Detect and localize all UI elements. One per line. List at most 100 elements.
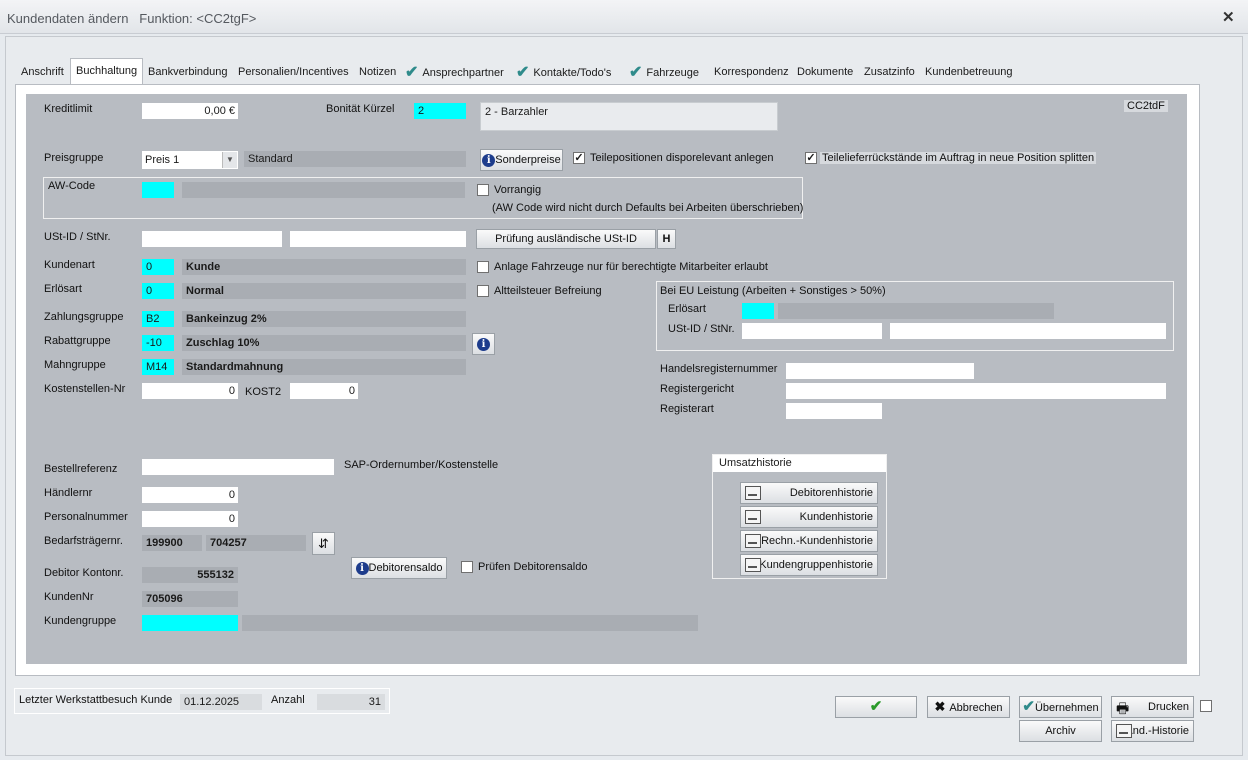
preisgruppe-text: Standard <box>244 151 466 167</box>
kundengruppe-text <box>242 615 698 631</box>
eu-erloesart-code-input[interactable] <box>742 303 774 319</box>
kundenhistorie-button[interactable]: Kundenhistorie <box>740 506 878 528</box>
personalnummer-label: Personalnummer <box>44 511 128 523</box>
tab-ansprechpartner[interactable]: ✔ Ansprechpartner <box>405 60 504 84</box>
check-icon: ✔ <box>405 64 419 81</box>
letzter-besuch-value: 01.12.2025 <box>180 694 262 710</box>
ok-button[interactable]: ✔ <box>835 696 917 718</box>
registerart-label: Registerart <box>660 403 714 415</box>
aend-historie-button[interactable]: Änd.-Historie <box>1111 720 1194 742</box>
kundennr-label: KundenNr <box>44 591 94 603</box>
bedarfstraeger-value1: 199900 <box>142 535 202 551</box>
anzahl-label: Anzahl <box>271 694 305 706</box>
tab-korrespondenz[interactable]: Korrespondenz <box>714 60 789 84</box>
history-icon <box>745 486 761 500</box>
bestellreferenz-label: Bestellreferenz <box>44 463 118 475</box>
teilepositionen-checkbox[interactable]: ✓ <box>573 152 585 164</box>
uebernehmen-button[interactable]: ✔Übernehmen <box>1019 696 1102 718</box>
kundenart-text: Kunde <box>182 259 466 275</box>
tab-bankverbindung[interactable]: Bankverbindung <box>148 60 228 84</box>
anlage-fahrzeuge-label: Anlage Fahrzeuge nur für berechtigte Mit… <box>494 261 768 273</box>
kostenstellen-label: Kostenstellen-Nr <box>44 383 126 395</box>
debitorensaldo-button[interactable]: i Debitorensaldo <box>351 557 447 579</box>
aw-code-text <box>182 182 465 198</box>
tab-dokumente[interactable]: Dokumente <box>797 60 853 84</box>
tab-fahrzeuge[interactable]: ✔ Fahrzeuge <box>629 60 699 84</box>
erloesart-code-input[interactable]: 0 <box>142 283 174 299</box>
h-button[interactable]: H <box>657 229 676 249</box>
cancel-x-icon: ✖ <box>934 699 946 714</box>
drucken-checkbox[interactable] <box>1200 700 1212 712</box>
tab-zusatzinfo[interactable]: Zusatzinfo <box>864 60 915 84</box>
kundengruppenhistorie-button[interactable]: Kundengruppenhistorie <box>740 554 878 576</box>
anlage-fahrzeuge-checkbox[interactable] <box>477 261 489 273</box>
bedarfstraeger-lookup-icon[interactable]: ⇵ <box>312 532 335 555</box>
rabattgruppe-text: Zuschlag 10% <box>182 335 466 351</box>
teilelieferrueckstaende-checkbox[interactable]: ✓ <box>805 152 817 164</box>
st-nr-input[interactable] <box>290 231 466 247</box>
teilelieferrueckstaende-label: Teilelieferrückstände im Auftrag in neue… <box>820 152 1097 164</box>
check-icon: ✔ <box>1022 698 1035 715</box>
zahlungsgruppe-code-input[interactable]: B2 <box>142 311 174 327</box>
handelsregisternummer-input[interactable] <box>786 363 974 379</box>
title-bar: Kundendaten ändern Funktion: <CC2tgF> ✕ <box>0 0 1248 34</box>
eu-ust-id-input[interactable] <box>742 323 882 339</box>
mahngruppe-text: Standardmahnung <box>182 359 466 375</box>
preisgruppe-value: Preis 1 <box>145 154 180 166</box>
info-icon: i <box>355 561 369 575</box>
personalnummer-input[interactable]: 0 <box>142 511 238 527</box>
registergericht-input[interactable] <box>786 383 1166 399</box>
rabattgruppe-code-input[interactable]: -10 <box>142 335 174 351</box>
ust-label: USt-ID / StNr. <box>44 231 111 243</box>
kostenstellen-input[interactable]: 0 <box>142 383 238 399</box>
debitorenhistorie-button[interactable]: Debitorenhistorie <box>740 482 878 504</box>
sonderpreise-button[interactable]: i Sonderpreise <box>480 149 563 171</box>
letzter-besuch-label: Letzter Werkstattbesuch Kunde <box>19 694 173 706</box>
ust-id-input[interactable] <box>142 231 282 247</box>
aw-code-input[interactable] <box>142 182 174 198</box>
close-icon[interactable]: ✕ <box>1222 8 1235 26</box>
rechn-kundenhistorie-button[interactable]: Rechn.-Kundenhistorie <box>740 530 878 552</box>
vorrangig-note: (AW Code wird nicht durch Defaults bei A… <box>492 202 804 214</box>
tab-anschrift[interactable]: Anschrift <box>21 60 64 84</box>
bonitaet-code-input[interactable]: 2 <box>414 103 466 119</box>
pruefen-debitorensaldo-checkbox[interactable] <box>461 561 473 573</box>
chevron-down-icon[interactable]: ▼ <box>222 152 237 168</box>
printer-icon: 🖶 <box>1116 700 1130 716</box>
eu-ust-label: USt-ID / StNr. <box>668 323 735 335</box>
kreditlimit-input[interactable]: 0,00 € <box>142 103 238 119</box>
archiv-button[interactable]: Archiv <box>1019 720 1102 742</box>
tab-buchhaltung[interactable]: Buchhaltung <box>70 58 144 85</box>
abbrechen-button[interactable]: ✖ Abbrechen <box>927 696 1010 718</box>
vorrangig-checkbox[interactable] <box>477 184 489 196</box>
haendlernr-input[interactable]: 0 <box>142 487 238 503</box>
kost2-label: KOST2 <box>245 386 282 398</box>
bedarfstraeger-value2: 704257 <box>206 535 306 551</box>
registergericht-label: Registergericht <box>660 383 734 395</box>
pruefung-ust-button[interactable]: Prüfung ausländische USt-ID <box>476 229 656 249</box>
kundenart-code-input[interactable]: 0 <box>142 259 174 275</box>
eu-erloesart-label: Erlösart <box>668 303 706 315</box>
registerart-input[interactable] <box>786 403 882 419</box>
bestellreferenz-input[interactable] <box>142 459 334 475</box>
check-icon: ✔ <box>516 64 530 81</box>
debitor-kontonr-value: 555132 <box>142 567 238 583</box>
tab-strip: Anschrift Buchhaltung Bankverbindung Per… <box>15 58 1200 85</box>
tab-notizen[interactable]: Notizen <box>359 60 396 84</box>
kundengruppe-code-input[interactable] <box>142 615 238 631</box>
eu-st-nr-input[interactable] <box>890 323 1166 339</box>
pruefen-debitorensaldo-label: Prüfen Debitorensaldo <box>478 561 588 573</box>
erloesart-text: Normal <box>182 283 466 299</box>
tab-personalien[interactable]: Personalien/Incentives <box>238 60 349 84</box>
debitor-kontonr-label: Debitor Kontonr. <box>44 567 124 579</box>
tab-kundenbetreuung[interactable]: Kundenbetreuung <box>925 60 1012 84</box>
tab-kontakte[interactable]: ✔ Kontakte/Todo's <box>516 60 611 84</box>
bonitaet-text: 2 - Barzahler <box>480 102 778 131</box>
mahngruppe-code-input[interactable]: M14 <box>142 359 174 375</box>
altteilsteuer-checkbox[interactable] <box>477 285 489 297</box>
haendlernr-label: Händlernr <box>44 487 93 499</box>
rabattgruppe-info-button[interactable]: i <box>472 333 495 355</box>
drucken-button[interactable]: 🖶 Drucken <box>1111 696 1194 718</box>
zahlungsgruppe-label: Zahlungsgruppe <box>44 311 124 323</box>
kost2-input[interactable]: 0 <box>290 383 358 399</box>
